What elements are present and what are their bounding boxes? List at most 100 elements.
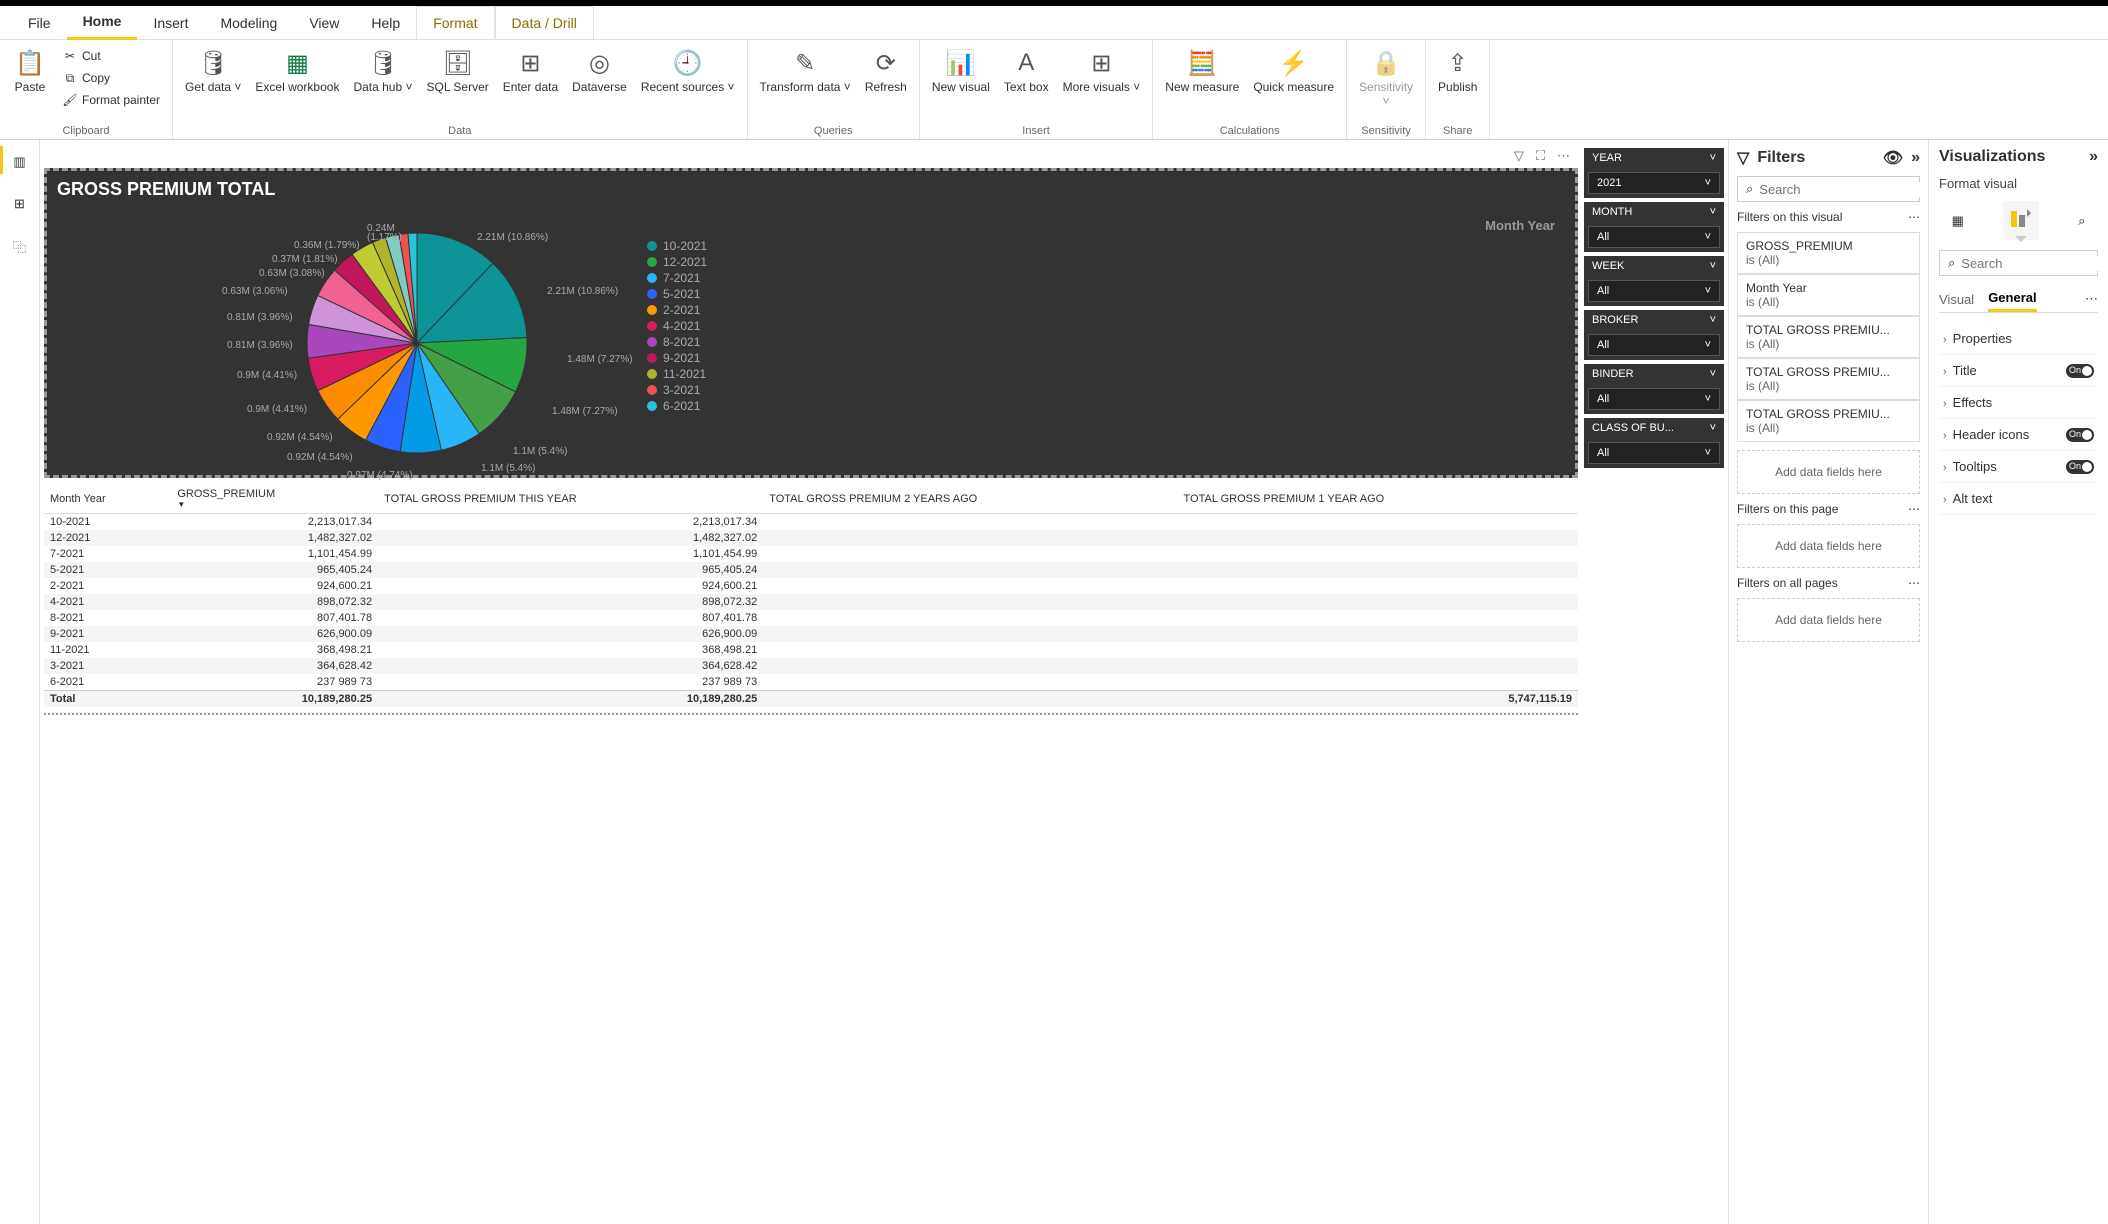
toggle-on[interactable]: On bbox=[2066, 428, 2094, 442]
enterdata-button[interactable]: ⊞Enter data bbox=[501, 46, 560, 96]
filters-search-input[interactable] bbox=[1759, 182, 1928, 197]
build-visual-tab[interactable]: ▦ bbox=[1946, 207, 1970, 235]
table-header[interactable]: TOTAL GROSS PREMIUM 1 YEAR AGO bbox=[1178, 484, 1579, 514]
table-row[interactable]: 11-2021368,498.21368,498.21 bbox=[44, 642, 1578, 658]
prop-title[interactable]: ›TitleOn bbox=[1939, 355, 2098, 387]
table-row[interactable]: 3-2021364,628.42364,628.42 bbox=[44, 658, 1578, 674]
slicer-dropdown[interactable]: All˅ bbox=[1588, 388, 1720, 410]
slicer-dropdown[interactable]: All˅ bbox=[1588, 334, 1720, 356]
prop-header-icons[interactable]: ›Header iconsOn bbox=[1939, 419, 2098, 451]
legend-item[interactable]: 8-2021 bbox=[587, 335, 1565, 349]
table-row[interactable]: 10-20212,213,017.342,213,017.34 bbox=[44, 514, 1578, 531]
report-view-button[interactable]: ▥ bbox=[6, 148, 34, 176]
chevron-down-icon[interactable]: ˅ bbox=[1710, 206, 1716, 218]
table-header[interactable]: TOTAL GROSS PREMIUM 2 YEARS AGO bbox=[763, 484, 1177, 514]
table-row[interactable]: 2-2021924,600.21924,600.21 bbox=[44, 578, 1578, 594]
newmeasure-button[interactable]: 🧮New measure bbox=[1163, 46, 1241, 96]
table-header[interactable]: Month Year bbox=[44, 484, 171, 514]
legend-item[interactable]: 10-2021 bbox=[587, 239, 1565, 253]
toggle-on[interactable]: On bbox=[2066, 460, 2094, 474]
quickmeasure-button[interactable]: ⚡Quick measure bbox=[1251, 46, 1336, 96]
toggle-on[interactable]: On bbox=[2066, 364, 2094, 378]
prop-alttext[interactable]: ›Alt text bbox=[1939, 483, 2098, 515]
chevron-down-icon[interactable]: ˅ bbox=[1710, 314, 1716, 326]
sensitivity-button[interactable]: 🔒Sensitivity˅ bbox=[1357, 46, 1415, 110]
format-visual-tab[interactable] bbox=[2003, 201, 2039, 240]
tab-modeling[interactable]: Modeling bbox=[204, 7, 293, 39]
legend-item[interactable]: 11-2021 bbox=[587, 367, 1565, 381]
filter-card[interactable]: TOTAL GROSS PREMIU...is (All) bbox=[1737, 316, 1920, 358]
publish-button[interactable]: ⇪Publish bbox=[1436, 46, 1479, 96]
copy-button[interactable]: ⧉Copy bbox=[60, 68, 112, 88]
datahub-button[interactable]: 🛢Data hub ˅ bbox=[351, 46, 414, 96]
table-visual[interactable]: Month YearGROSS_PREMIUM▼TOTAL GROSS PREM… bbox=[44, 484, 1578, 707]
tab-datadrill[interactable]: Data / Drill bbox=[495, 6, 594, 39]
prop-effects[interactable]: ›Effects bbox=[1939, 387, 2098, 419]
slicer-dropdown[interactable]: All˅ bbox=[1588, 226, 1720, 248]
slicer-dropdown[interactable]: All˅ bbox=[1588, 280, 1720, 302]
legend-item[interactable]: 9-2021 bbox=[587, 351, 1565, 365]
ellipsis-icon[interactable]: ⋯ bbox=[1908, 502, 1920, 516]
table-row[interactable]: 9-2021626,900.09626,900.09 bbox=[44, 626, 1578, 642]
get-data-button[interactable]: 🛢Get data ˅ bbox=[183, 46, 243, 96]
chevron-down-icon[interactable]: ˅ bbox=[1710, 368, 1716, 380]
refresh-button[interactable]: ⟳Refresh bbox=[863, 46, 909, 96]
filter-card[interactable]: TOTAL GROSS PREMIU...is (All) bbox=[1737, 400, 1920, 442]
table-header[interactable]: TOTAL GROSS PREMIUM THIS YEAR bbox=[378, 484, 763, 514]
legend-item[interactable]: 12-2021 bbox=[587, 255, 1565, 269]
legend-item[interactable]: 6-2021 bbox=[587, 399, 1565, 413]
analytics-tab[interactable]: ⌕ bbox=[2072, 207, 2091, 235]
filter-card[interactable]: TOTAL GROSS PREMIU...is (All) bbox=[1737, 358, 1920, 400]
tab-help[interactable]: Help bbox=[355, 7, 416, 39]
prop-properties[interactable]: ›Properties bbox=[1939, 323, 2098, 355]
table-row[interactable]: 8-2021807,401.78807,401.78 bbox=[44, 610, 1578, 626]
tab-home[interactable]: Home bbox=[67, 5, 138, 40]
focus-icon[interactable]: ⛶ bbox=[1536, 148, 1545, 164]
subtab-general[interactable]: General bbox=[1988, 286, 2036, 312]
legend-item[interactable]: 7-2021 bbox=[587, 271, 1565, 285]
transform-button[interactable]: ✎Transform data ˅ bbox=[758, 46, 853, 96]
eye-icon[interactable]: 👁 bbox=[1883, 148, 1903, 168]
filter-card[interactable]: GROSS_PREMIUMis (All) bbox=[1737, 232, 1920, 274]
table-row[interactable]: 7-20211,101,454.991,101,454.99 bbox=[44, 546, 1578, 562]
excel-button[interactable]: ▦Excel workbook bbox=[253, 46, 341, 96]
add-fields-visual[interactable]: Add data fields here bbox=[1737, 450, 1920, 494]
dataverse-button[interactable]: ◎Dataverse bbox=[570, 46, 629, 96]
tab-format[interactable]: Format bbox=[416, 6, 494, 39]
chevron-down-icon[interactable]: ˅ bbox=[1710, 422, 1716, 434]
slicer-dropdown[interactable]: All˅ bbox=[1588, 442, 1720, 464]
filter-icon[interactable]: ▽ bbox=[1514, 148, 1524, 164]
collapse-icon[interactable]: » bbox=[2089, 148, 2098, 166]
tab-view[interactable]: View bbox=[293, 7, 355, 39]
model-view-button[interactable]: ⿻ bbox=[6, 232, 34, 260]
pie-chart-visual[interactable]: GROSS PREMIUM TOTAL 0.24M (1.17%) 2.21M … bbox=[44, 168, 1578, 478]
subtab-visual[interactable]: Visual bbox=[1939, 288, 1974, 311]
newvisual-button[interactable]: 📊New visual bbox=[930, 46, 992, 96]
tab-insert[interactable]: Insert bbox=[137, 7, 204, 39]
sql-button[interactable]: 🗄SQL Server bbox=[425, 46, 491, 96]
legend-item[interactable]: 4-2021 bbox=[587, 319, 1565, 333]
chevron-down-icon[interactable]: ˅ bbox=[1710, 260, 1716, 272]
add-fields-page[interactable]: Add data fields here bbox=[1737, 524, 1920, 568]
legend-item[interactable]: 3-2021 bbox=[587, 383, 1565, 397]
recent-button[interactable]: 🕘Recent sources ˅ bbox=[639, 46, 737, 96]
more-visuals-button[interactable]: ⊞More visuals ˅ bbox=[1061, 46, 1143, 96]
format-painter-button[interactable]: 🖌Format painter bbox=[60, 90, 162, 110]
collapse-icon[interactable]: » bbox=[1911, 149, 1920, 167]
more-options-icon[interactable]: ⋯ bbox=[1557, 148, 1570, 164]
filter-card[interactable]: Month Yearis (All) bbox=[1737, 274, 1920, 316]
cut-button[interactable]: ✂Cut bbox=[60, 46, 103, 66]
paste-button[interactable]: 📋 Paste bbox=[10, 46, 50, 96]
legend-item[interactable]: 5-2021 bbox=[587, 287, 1565, 301]
ellipsis-icon[interactable]: ⋯ bbox=[2085, 291, 2098, 307]
table-row[interactable]: 6-2021237 989 73237 989 73 bbox=[44, 674, 1578, 691]
prop-tooltips[interactable]: ›TooltipsOn bbox=[1939, 451, 2098, 483]
table-row[interactable]: 12-20211,482,327.021,482,327.02 bbox=[44, 530, 1578, 546]
textbox-button[interactable]: AText box bbox=[1002, 46, 1051, 96]
tab-file[interactable]: File bbox=[12, 7, 67, 39]
table-row[interactable]: 5-2021965,405.24965,405.24 bbox=[44, 562, 1578, 578]
table-header[interactable]: GROSS_PREMIUM▼ bbox=[171, 484, 378, 514]
ellipsis-icon[interactable]: ⋯ bbox=[1908, 210, 1920, 224]
legend-item[interactable]: 2-2021 bbox=[587, 303, 1565, 317]
slicer-dropdown[interactable]: 2021˅ bbox=[1588, 172, 1720, 194]
